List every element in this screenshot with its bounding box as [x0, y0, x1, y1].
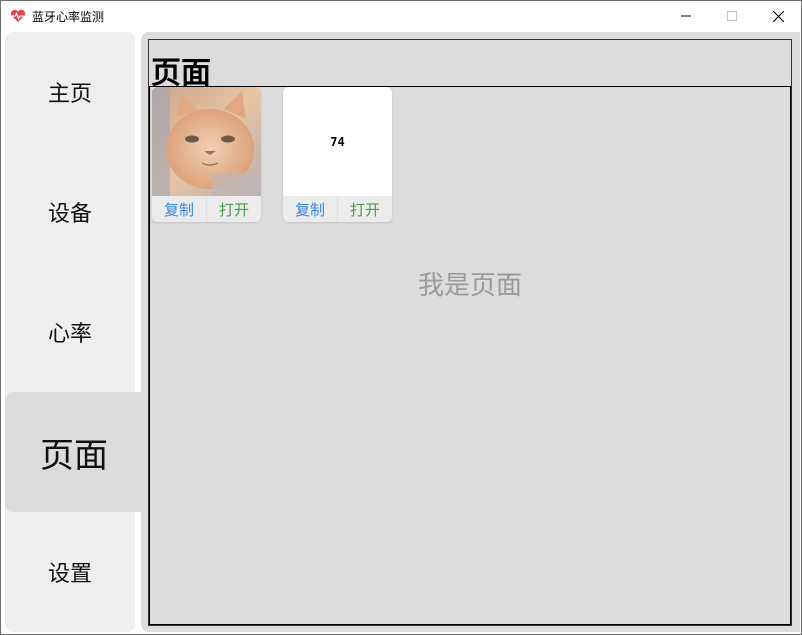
card-actions: 复制 打开 — [152, 196, 261, 222]
open-button[interactable]: 打开 — [338, 196, 392, 222]
copy-button[interactable]: 复制 — [152, 196, 207, 222]
page-title: 页面 — [151, 56, 211, 91]
sidebar-item-settings[interactable]: 设置 — [5, 512, 135, 632]
sidebar: 主页 设备 心率 页面 设置 — [5, 32, 143, 632]
close-button[interactable] — [755, 1, 801, 31]
sidebar-item-home[interactable]: 主页 — [5, 32, 135, 152]
cat-photo-thumbnail[interactable] — [152, 87, 261, 196]
copy-button[interactable]: 复制 — [283, 196, 338, 222]
sidebar-item-devices[interactable]: 设备 — [5, 152, 135, 272]
sidebar-item-label: 页面 — [40, 435, 108, 476]
placeholder-text: 我是页面 — [417, 271, 522, 301]
content-area: 复制 打开 74 复制 打开 我是页面 — [149, 87, 791, 625]
number-thumbnail[interactable]: 74 — [283, 87, 392, 196]
minimize-button[interactable] — [663, 1, 709, 31]
sidebar-item-label: 心率 — [47, 322, 92, 347]
title-bar: 蓝牙心率监测 — [1, 1, 801, 31]
page-header: 页面 — [149, 40, 791, 91]
image-card: 复制 打开 — [152, 87, 261, 222]
number-card: 74 复制 打开 — [283, 87, 392, 222]
window-title: 蓝牙心率监测 — [32, 10, 105, 24]
sidebar-item-label: 主页 — [47, 82, 92, 107]
sidebar-item-pages[interactable]: 页面 — [5, 392, 143, 512]
sidebar-item-label: 设备 — [47, 202, 92, 227]
sidebar-item-heart-rate[interactable]: 心率 — [5, 272, 135, 392]
maximize-icon — [727, 11, 737, 21]
close-icon — [772, 10, 784, 22]
heart-rate-value: 74 — [330, 134, 345, 149]
minimize-icon — [681, 15, 691, 17]
card-actions: 复制 打开 — [283, 196, 392, 222]
open-button[interactable]: 打开 — [207, 196, 261, 222]
maximize-button[interactable] — [709, 1, 755, 31]
heart-icon — [10, 9, 26, 22]
page-frame: 页面 复制 打开 74 复制 打开 我是页面 — [148, 39, 792, 626]
sidebar-item-label: 设置 — [47, 562, 92, 587]
